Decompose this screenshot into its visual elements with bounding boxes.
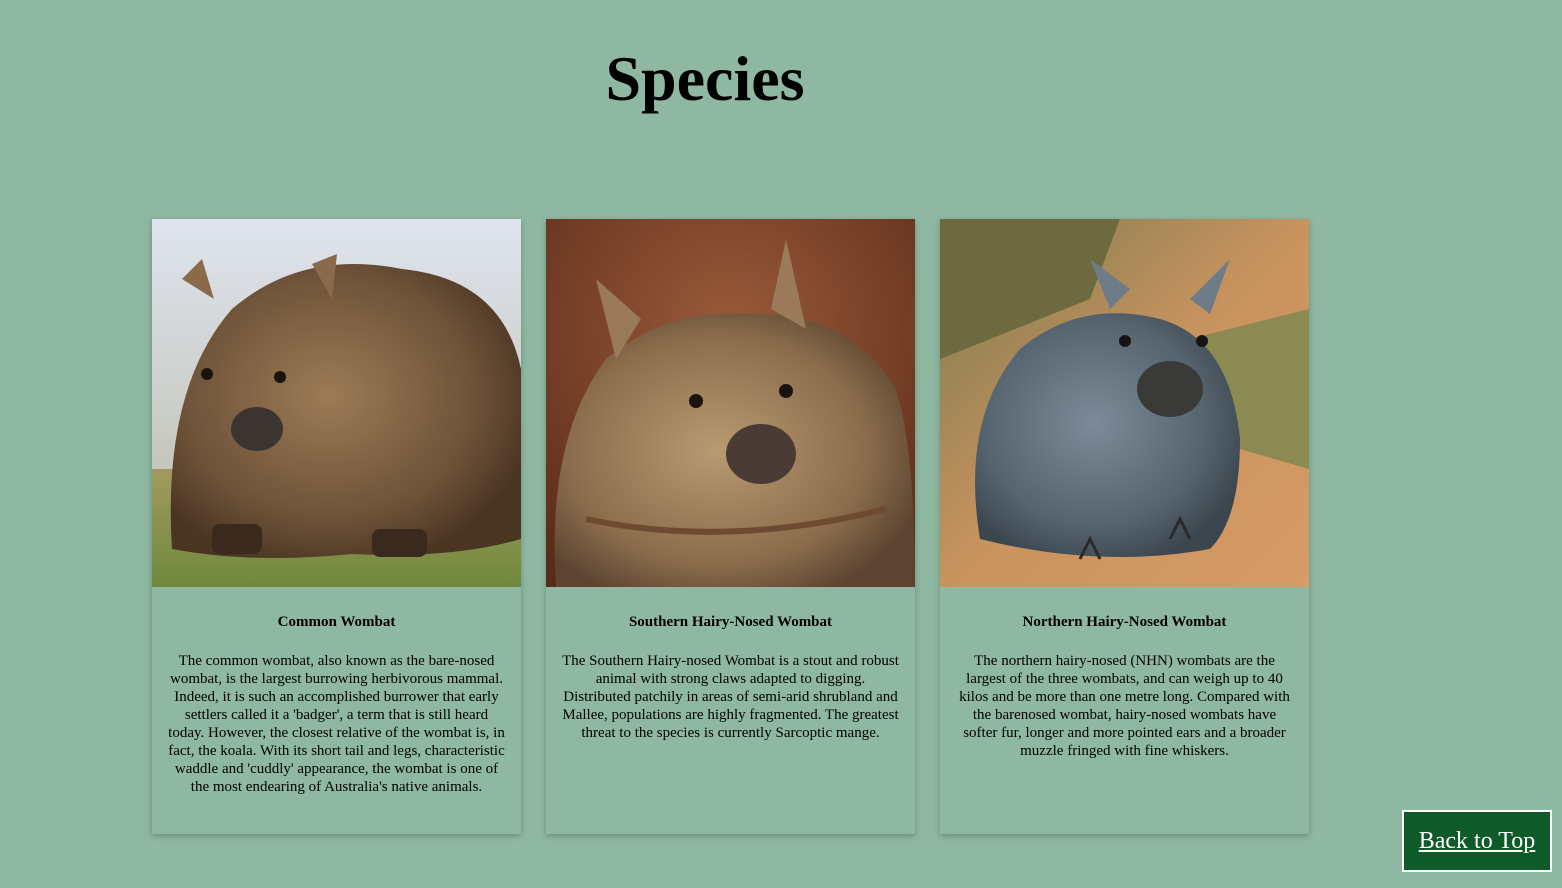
page-title: Species (605, 43, 805, 114)
species-card-northern-hairy-nosed-wombat: Northern Hairy-Nosed Wombat The northern… (940, 219, 1309, 834)
card-body: Common Wombat The common wombat, also kn… (152, 587, 521, 796)
species-name: Southern Hairy-Nosed Wombat (628, 614, 833, 630)
species-name: Common Wombat (277, 614, 396, 630)
species-name: Northern Hairy-Nosed Wombat (1022, 614, 1227, 630)
species-cards: Common Wombat The common wombat, also kn… (152, 219, 1309, 834)
species-card-southern-hairy-nosed-wombat: Southern Hairy-Nosed Wombat The Southern… (546, 219, 915, 834)
card-body: Northern Hairy-Nosed Wombat The northern… (940, 587, 1309, 760)
common-wombat-photo (152, 219, 521, 587)
species-card-common-wombat: Common Wombat The common wombat, also kn… (152, 219, 521, 834)
card-body: Southern Hairy-Nosed Wombat The Southern… (546, 587, 915, 742)
back-to-top-button[interactable]: Back to Top (1402, 810, 1552, 872)
species-description: The Southern Hairy-nosed Wombat is a sto… (562, 653, 899, 741)
species-description: The common wombat, also known as the bar… (168, 653, 505, 795)
species-description: The northern hairy-nosed (NHN) wombats a… (959, 653, 1290, 759)
southern-hairy-nosed-wombat-photo (546, 219, 915, 587)
northern-hairy-nosed-wombat-photo (940, 219, 1309, 587)
